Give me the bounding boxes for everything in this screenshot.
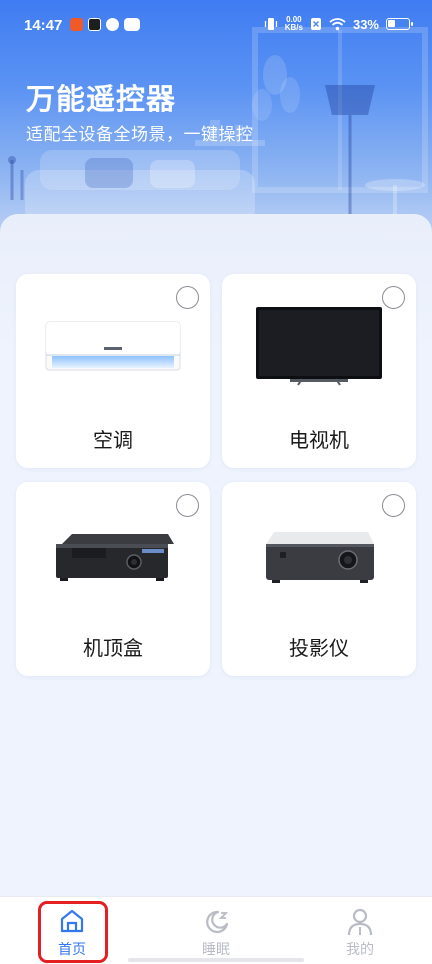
- tab-label: 我的: [346, 942, 374, 958]
- gesture-bar[interactable]: [128, 958, 304, 962]
- speed-unit: KB/s: [284, 23, 303, 32]
- tab-profile[interactable]: 我的: [310, 897, 410, 964]
- wifi-icon: [329, 18, 346, 31]
- tab-label: 睡眠: [202, 942, 230, 958]
- device-label: 空调: [93, 428, 133, 452]
- status-time: 14:47: [24, 17, 63, 34]
- battery-percent: 33%: [352, 16, 379, 32]
- device-label: 投影仪: [289, 636, 349, 660]
- status-right: 0.00 KB/s 33%: [264, 16, 413, 32]
- play-icon: [88, 18, 101, 31]
- select-radio[interactable]: [382, 494, 405, 517]
- device-label: 机顶盒: [83, 636, 143, 660]
- device-label: 电视机: [289, 428, 349, 452]
- moon-icon: [206, 910, 229, 934]
- device-card-television[interactable]: 电视机: [222, 274, 416, 468]
- app-title: 万能遥控器: [26, 82, 177, 116]
- cloud-app-icon: [106, 18, 119, 31]
- person-icon: [347, 908, 373, 936]
- network-speed: 0.00 KB/s: [285, 16, 303, 32]
- hero-banner: 14:47 0.00 KB/s 33% 万能遥控器 适配全设备全场景，一键操控: [0, 0, 432, 250]
- select-radio[interactable]: [176, 494, 199, 517]
- home-tab-highlight: [38, 901, 108, 963]
- app-orange-icon: [70, 18, 83, 31]
- tab-sleep[interactable]: 睡眠: [166, 897, 266, 964]
- select-radio[interactable]: [176, 286, 199, 309]
- device-card-projector[interactable]: 投影仪: [222, 482, 416, 676]
- sim-icon: [310, 18, 321, 30]
- select-radio[interactable]: [382, 286, 405, 309]
- battery-icon: [386, 18, 413, 30]
- device-card-air-conditioner[interactable]: 空调: [16, 274, 210, 468]
- vibrate-icon: [264, 18, 277, 30]
- notification-icons: [70, 18, 140, 31]
- status-bar: 14:47 0.00 KB/s 33%: [0, 0, 432, 50]
- app-subtitle: 适配全设备全场景，一键操控: [26, 125, 254, 145]
- device-card-set-top-box[interactable]: 机顶盒: [16, 482, 210, 676]
- chat-app-icon: [124, 18, 140, 31]
